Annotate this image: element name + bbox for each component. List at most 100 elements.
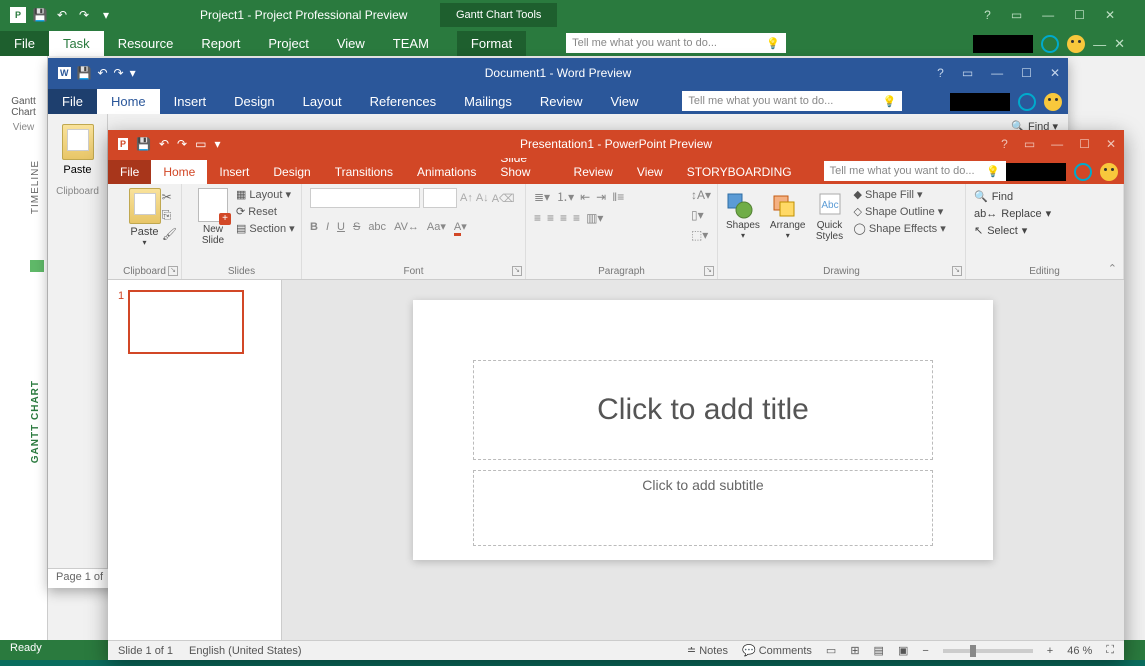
feedback-icon[interactable] — [1067, 35, 1085, 53]
shape-outline-button[interactable]: ◇ Shape Outline ▾ — [854, 205, 946, 218]
tab-view[interactable]: View — [323, 31, 379, 56]
start-slideshow-icon[interactable]: ▭ — [195, 137, 206, 151]
dialog-launcher-icon[interactable]: ↘ — [512, 266, 522, 276]
maximize-icon[interactable]: ☐ — [1021, 66, 1032, 80]
tab-design[interactable]: Design — [220, 89, 288, 114]
fit-window-icon[interactable]: ⛶ — [1106, 644, 1114, 657]
clear-format-icon[interactable]: A⌫ — [492, 192, 515, 205]
ribbon-close-icon[interactable]: ✕ — [1114, 36, 1125, 52]
line-spacing-icon[interactable]: ‖≡ — [612, 190, 624, 204]
minimize-icon[interactable]: — — [1051, 137, 1063, 151]
user-box[interactable] — [973, 35, 1033, 53]
save-icon[interactable]: 💾 — [77, 66, 92, 80]
slide-canvas[interactable]: Click to add title Click to add subtitle — [282, 280, 1124, 640]
slide-counter[interactable]: Slide 1 of 1 — [118, 645, 173, 657]
word-tellme-input[interactable]: Tell me what you want to do...💡 — [682, 91, 902, 111]
bold-button[interactable]: B — [310, 221, 318, 233]
columns-icon[interactable]: ▥▾ — [586, 211, 603, 225]
normal-view-icon[interactable]: ▭ — [826, 644, 836, 657]
close-icon[interactable]: ✕ — [1050, 66, 1060, 80]
font-family-combo[interactable] — [310, 188, 420, 208]
qat-more-icon[interactable]: ▾ — [214, 137, 220, 151]
undo-icon[interactable]: ↶ — [97, 66, 107, 80]
tab-storyboarding[interactable]: STORYBOARDING — [675, 160, 804, 184]
tab-mailings[interactable]: Mailings — [450, 89, 526, 114]
increase-font-icon[interactable]: A↑ — [460, 192, 473, 204]
zoom-level[interactable]: 46 % — [1067, 645, 1092, 657]
tab-review[interactable]: Review — [562, 160, 625, 184]
notes-button[interactable]: ≐ Notes — [687, 644, 728, 657]
help-icon[interactable]: ? — [984, 8, 991, 22]
feedback-icon[interactable] — [1100, 163, 1118, 181]
slide-thumbnails-pane[interactable]: 1 — [108, 280, 282, 640]
align-text-icon[interactable]: ▯▾ — [691, 208, 711, 222]
tab-team[interactable]: TEAM — [379, 31, 443, 56]
align-left-icon[interactable]: ≡ — [534, 211, 541, 225]
layout-button[interactable]: ▦Layout ▾ — [236, 188, 295, 201]
undo-icon[interactable]: ↶ — [159, 137, 169, 151]
cortana-icon[interactable] — [1074, 163, 1092, 181]
help-icon[interactable]: ? — [1001, 137, 1008, 151]
windowstate-icon[interactable]: ▭ — [1011, 8, 1022, 22]
tab-file[interactable]: File — [48, 89, 97, 114]
subtitle-placeholder[interactable]: Click to add subtitle — [473, 470, 933, 546]
sorter-view-icon[interactable]: ⊞ — [850, 644, 859, 657]
new-slide-button[interactable]: New Slide — [190, 188, 236, 246]
tab-insert[interactable]: Insert — [207, 160, 261, 184]
section-button[interactable]: ▤Section ▾ — [236, 222, 295, 235]
cortana-icon[interactable] — [1018, 93, 1036, 111]
find-button[interactable]: 🔍Find — [974, 190, 1115, 203]
cortana-icon[interactable] — [1041, 35, 1059, 53]
reading-view-icon[interactable]: ▤ — [874, 644, 884, 657]
ribbon-minimize-icon[interactable]: — — [1093, 37, 1106, 52]
slideshow-view-icon[interactable]: ▣ — [898, 644, 908, 657]
indent-right-icon[interactable]: ⇥ — [596, 190, 606, 204]
project-tellme-input[interactable]: Tell me what you want to do...💡 — [566, 33, 786, 53]
slide-thumbnail-1[interactable] — [128, 290, 244, 354]
shapes-button[interactable]: Shapes▾ — [726, 188, 760, 240]
smartart-icon[interactable]: ⬚▾ — [691, 228, 711, 242]
bullets-icon[interactable]: ≣▾ — [534, 190, 550, 204]
maximize-icon[interactable]: ☐ — [1079, 137, 1090, 151]
tab-layout[interactable]: Layout — [289, 89, 356, 114]
copy-icon[interactable]: ⎘ — [162, 208, 177, 223]
close-icon[interactable]: ✕ — [1106, 137, 1116, 151]
tab-project[interactable]: Project — [254, 31, 322, 56]
pp-tellme-input[interactable]: Tell me what you want to do...💡 — [824, 161, 1006, 181]
tab-home[interactable]: Home — [151, 160, 207, 184]
font-color-button[interactable]: A▾ — [454, 220, 467, 233]
user-box[interactable] — [1006, 163, 1066, 181]
undo-icon[interactable]: ↶ — [54, 7, 70, 23]
quick-styles-button[interactable]: Abc Quick Styles — [816, 188, 844, 242]
tab-animations[interactable]: Animations — [405, 160, 488, 184]
zoom-slider[interactable] — [943, 649, 1033, 653]
collapse-ribbon-icon[interactable]: ⌃ — [1108, 262, 1117, 275]
dialog-launcher-icon[interactable]: ↘ — [168, 266, 178, 276]
reset-button[interactable]: ⟳Reset — [236, 205, 295, 218]
italic-button[interactable]: I — [326, 221, 329, 233]
strike-button[interactable]: S — [353, 221, 360, 233]
zoom-in-icon[interactable]: + — [1047, 645, 1053, 657]
tab-transitions[interactable]: Transitions — [323, 160, 405, 184]
format-painter-icon[interactable]: 🖌 — [162, 227, 177, 241]
replace-button[interactable]: ab↔Replace ▾ — [974, 207, 1115, 220]
tab-insert[interactable]: Insert — [160, 89, 221, 114]
shape-effects-button[interactable]: ◯ Shape Effects ▾ — [854, 222, 946, 235]
language-status[interactable]: English (United States) — [189, 645, 302, 657]
save-icon[interactable]: 💾 — [136, 137, 151, 151]
redo-icon[interactable]: ↷ — [114, 66, 124, 80]
help-icon[interactable]: ? — [937, 66, 944, 80]
tab-review[interactable]: Review — [526, 89, 597, 114]
windowstate-icon[interactable]: ▭ — [1024, 137, 1035, 151]
tab-design[interactable]: Design — [261, 160, 322, 184]
shape-fill-button[interactable]: ◆ Shape Fill ▾ — [854, 188, 946, 201]
feedback-icon[interactable] — [1044, 93, 1062, 111]
font-size-combo[interactable] — [423, 188, 457, 208]
decrease-font-icon[interactable]: A↓ — [476, 192, 489, 204]
redo-icon[interactable]: ↷ — [177, 137, 187, 151]
tab-file[interactable]: File — [0, 31, 49, 56]
spacing-button[interactable]: AV↔ — [394, 221, 419, 233]
tab-format[interactable]: Format — [457, 31, 526, 56]
zoom-out-icon[interactable]: − — [922, 645, 928, 657]
tab-task[interactable]: Task — [49, 31, 104, 56]
